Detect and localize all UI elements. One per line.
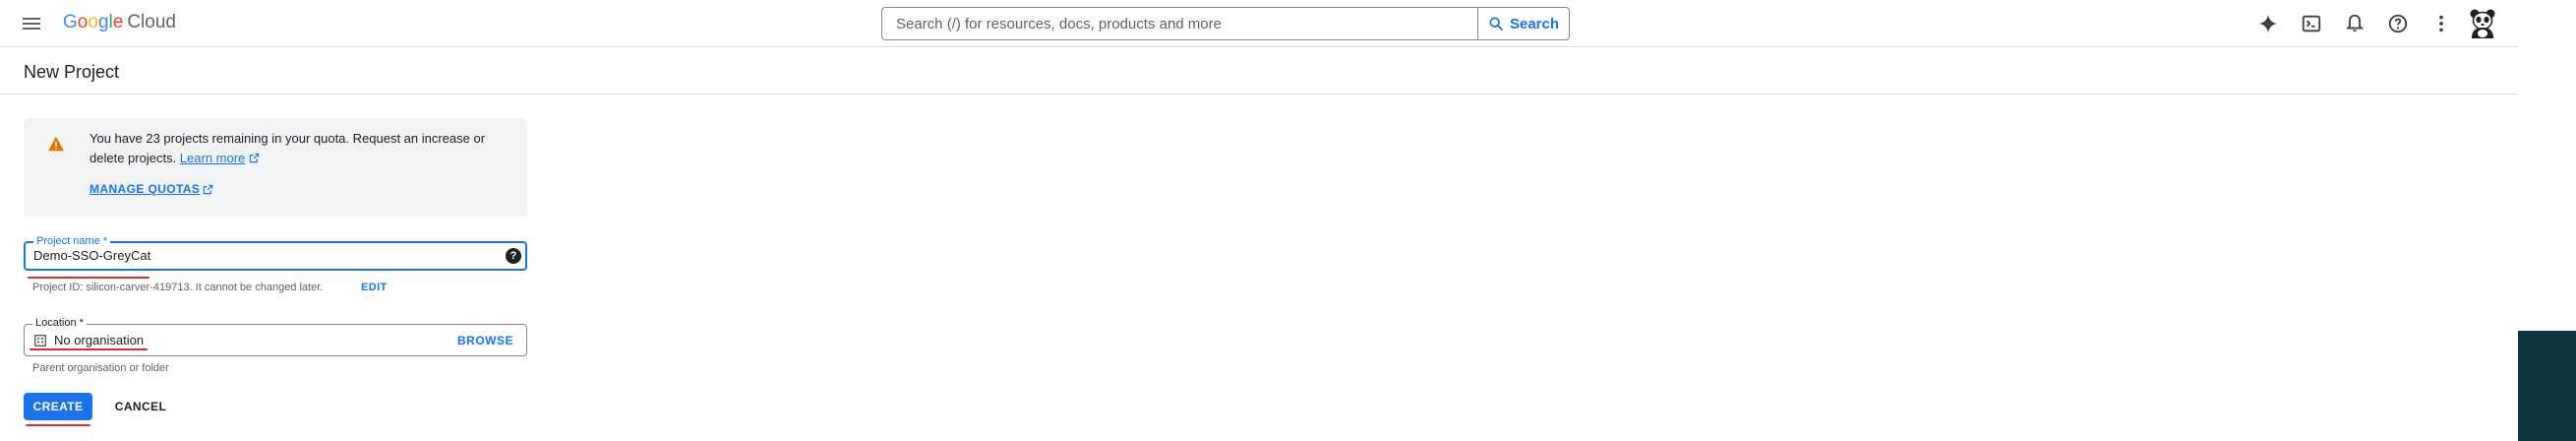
location-label: Location * <box>32 316 87 330</box>
notifications-icon[interactable] <box>2339 8 2370 39</box>
location-value: No organisation <box>54 333 145 347</box>
search-button[interactable]: Search <box>1477 7 1570 40</box>
annotation-underline <box>30 348 148 350</box>
edit-project-id-button[interactable]: EDIT <box>361 281 388 294</box>
annotation-underline <box>28 277 150 279</box>
project-name-label: Project name * <box>33 234 111 248</box>
quota-alert: You have 23 projects remaining in your q… <box>24 118 527 217</box>
cloud-shell-icon[interactable] <box>2296 8 2327 39</box>
manage-quotas-link[interactable]: MANAGE QUOTAS <box>90 182 213 196</box>
corner-panel <box>2518 331 2576 441</box>
create-button[interactable]: CREATE <box>24 393 92 420</box>
avatar[interactable] <box>2467 7 2498 38</box>
search-input[interactable] <box>881 7 1477 40</box>
location-field[interactable]: Location * No organisation BROWSE <box>24 316 527 356</box>
project-name-field[interactable]: Project name * Demo-SSO-GreyCat ? <box>24 234 527 271</box>
help-icon[interactable] <box>2382 8 2414 39</box>
annotation-underline <box>26 424 90 426</box>
alert-text: You have 23 projects remaining in your q… <box>90 131 486 165</box>
help-icon[interactable]: ? <box>506 248 521 264</box>
top-bar-actions <box>2252 8 2457 39</box>
more-vert-icon[interactable] <box>2426 8 2457 39</box>
panda-avatar-icon <box>2470 9 2495 38</box>
google-cloud-logo[interactable]: Google Cloud <box>63 11 176 34</box>
search-icon <box>1489 17 1503 31</box>
top-app-bar: Google Cloud Search <box>0 0 2518 47</box>
search-button-label: Search <box>1509 15 1560 32</box>
warning-icon <box>48 136 64 152</box>
organisation-icon <box>34 335 46 346</box>
browse-button[interactable]: BROWSE <box>457 333 513 348</box>
search-bar: Search <box>881 7 1570 40</box>
learn-more-link[interactable]: Learn more <box>180 151 245 165</box>
cancel-button[interactable]: CANCEL <box>108 393 173 420</box>
alert-message: You have 23 projects remaining in your q… <box>90 129 512 168</box>
page-title: New Project <box>24 62 120 82</box>
external-link-icon <box>249 153 260 163</box>
location-hint: Parent organisation or folder <box>32 362 169 374</box>
project-id-hint: Project ID: silicon-carver-419713. It ca… <box>32 282 324 293</box>
gemini-sparkle-icon[interactable] <box>2252 8 2284 39</box>
project-name-input[interactable]: Demo-SSO-GreyCat <box>33 248 150 264</box>
main-menu-icon[interactable] <box>20 12 43 35</box>
external-link-icon <box>204 184 213 194</box>
